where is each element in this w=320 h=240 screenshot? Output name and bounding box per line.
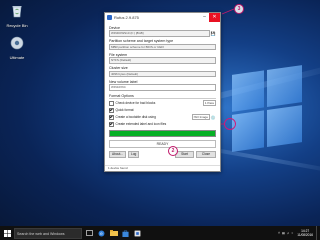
show-desktop-button[interactable] <box>316 226 320 240</box>
taskbar-search-box[interactable]: Search the web and Windows <box>14 227 82 239</box>
clock-date: 11/08/2016 <box>297 233 313 237</box>
network-icon[interactable]: ▤ <box>282 231 285 235</box>
volume-icon[interactable]: ♫ <box>287 231 289 235</box>
language-icon[interactable]: ○ <box>291 231 293 235</box>
store-icon[interactable] <box>121 229 130 238</box>
edge-browser-icon[interactable]: e <box>97 229 106 238</box>
rufus-taskbar-icon[interactable] <box>133 229 142 238</box>
task-view-icon[interactable] <box>85 229 94 238</box>
file-explorer-icon[interactable] <box>109 229 118 238</box>
taskbar-clock[interactable]: 14:27 11/08/2016 <box>297 229 313 237</box>
chevron-up-icon[interactable]: ˄ <box>278 231 280 235</box>
annotation-arrows <box>170 8 235 152</box>
callout-ring <box>224 118 236 130</box>
taskbar: Search the web and Windows e ˄ ▤ ♫ ○ 14:… <box>0 226 320 240</box>
callout-badge-3: 3 <box>234 4 244 14</box>
callout-badge-2: 2 <box>168 146 178 156</box>
windows-start-icon <box>3 229 11 237</box>
start-button[interactable] <box>0 226 14 240</box>
